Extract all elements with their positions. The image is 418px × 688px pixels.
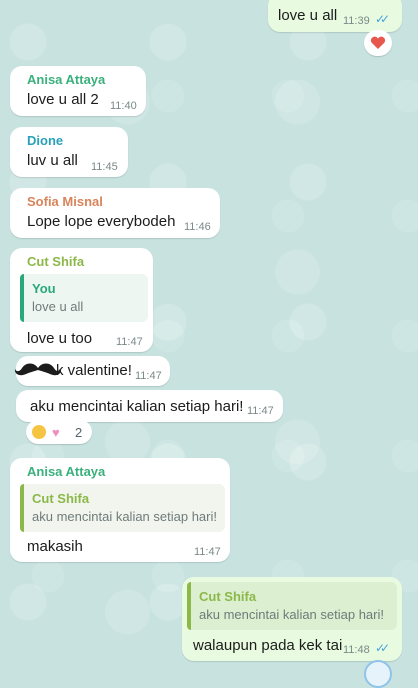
message-text: luv u all [27,152,78,169]
message-bubble-incoming[interactable]: Anisa Attaya love u all 2 11:40 [10,66,146,116]
message-bubble-incoming[interactable]: Anisa Attaya Cut Shifa aku mencintai kal… [10,458,230,562]
quote-text: love u all [32,299,84,314]
quoted-message[interactable]: Cut Shifa aku mencintai kalian setiap ha… [187,582,397,630]
sender-name: Anisa Attaya [27,464,106,479]
sender-name: Anisa Attaya [27,72,106,87]
quote-bar [20,484,24,532]
sender-name: Sofia Misnal [27,194,103,209]
quote-text: aku mencintai kalian setiap hari! [32,509,217,524]
message-time: 11:39 [343,15,370,27]
sender-name: Dione [27,133,64,148]
message-time: 11:47 [247,405,274,417]
message-bubble-incoming[interactable]: Cut Shifa You love u all love u too 11:4… [10,248,153,352]
message-text: k valentine! [56,362,132,379]
message-time: 11:48 [343,644,370,656]
message-time: 11:45 [91,161,118,173]
message-time: 11:47 [116,336,143,348]
message-bubble-incoming[interactable]: Dione luv u all 11:45 [10,127,128,177]
sender-name: Cut Shifa [27,254,85,269]
message-bubble-outgoing[interactable]: love u all 11:39 ✓✓ [268,0,402,32]
message-text: love u all 2 [27,91,99,108]
message-bubble-outgoing[interactable]: Cut Shifa aku mencintai kalian setiap ha… [182,577,402,661]
message-time: 11:40 [110,100,137,112]
quote-sender: Cut Shifa [199,589,257,604]
quote-bar [20,274,24,322]
mustache-icon [14,363,62,376]
read-ticks-icon: ✓✓ [375,12,390,26]
heart-icon [370,36,386,49]
quoted-message[interactable]: You love u all [20,274,148,322]
message-text: love u all [278,7,338,24]
message-time: 11:47 [135,370,162,382]
reaction-count: 2 [75,425,83,440]
sticker-partial [364,660,392,688]
message-text: Lope lope everybodeh [27,213,176,230]
message-text: aku mencintai kalian setiap hari! [30,398,244,415]
message-bubble-incoming[interactable]: Sofia Misnal Lope lope everybodeh 11:46 [10,188,220,238]
quote-sender: You [32,281,56,296]
pink-heart-emoji-icon: ♥ [52,425,60,440]
message-text: love u too [27,330,93,347]
message-time: 11:47 [194,546,221,558]
reaction-badge[interactable] [364,30,392,56]
message-time: 11:46 [184,221,211,233]
read-ticks-icon: ✓✓ [375,641,390,655]
message-text: walaupun pada kek tai [193,637,343,654]
quote-text: aku mencintai kalian setiap hari! [199,607,384,622]
message-text: makasih [27,538,83,555]
quoted-message[interactable]: Cut Shifa aku mencintai kalian setiap ha… [20,484,225,532]
message-bubble-incoming[interactable]: aku mencintai kalian setiap hari! 11:47 [16,390,283,422]
quote-sender: Cut Shifa [32,491,90,506]
laughing-emoji-icon [32,425,46,439]
reaction-badge[interactable]: ♥ 2 [26,420,92,444]
quote-bar [187,582,191,630]
